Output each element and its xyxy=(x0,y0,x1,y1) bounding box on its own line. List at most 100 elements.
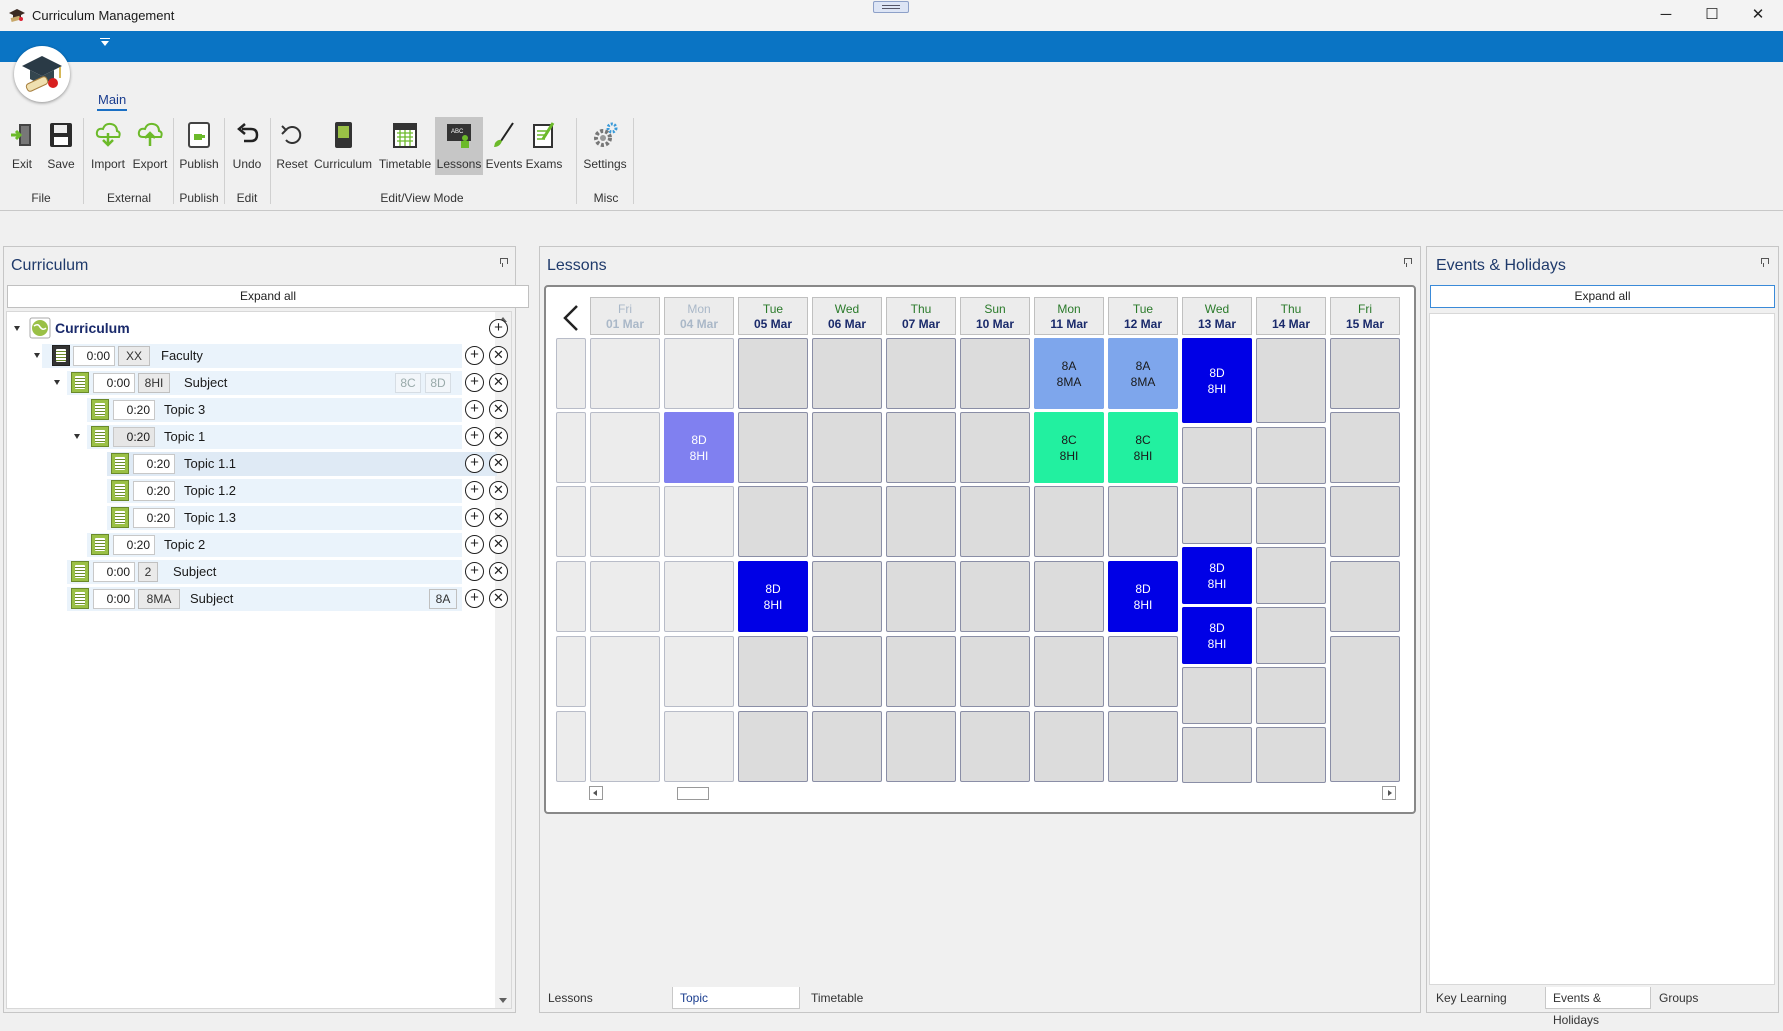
events-button[interactable]: Events xyxy=(485,117,523,175)
timeslot-cell[interactable] xyxy=(738,711,808,782)
duration-field[interactable]: 0:20 xyxy=(113,427,155,447)
timeslot-cell[interactable] xyxy=(1256,727,1326,783)
day-header[interactable]: Mon 11 Mar xyxy=(1034,297,1104,335)
timeslot-cell[interactable] xyxy=(1108,486,1178,557)
duration-field[interactable]: 0:00 xyxy=(93,589,135,609)
day-header[interactable]: Wed 06 Mar xyxy=(812,297,882,335)
timeslot-cell[interactable] xyxy=(1182,427,1252,484)
timeslot-cell[interactable] xyxy=(738,412,808,483)
timeslot-cell[interactable] xyxy=(812,711,882,782)
timeslot-cell[interactable] xyxy=(960,486,1030,557)
remove-button[interactable]: ✕ xyxy=(489,535,508,554)
duration-field[interactable]: 0:20 xyxy=(113,400,155,420)
app-logo[interactable] xyxy=(14,46,70,102)
lesson-block[interactable]: 8D 8HI xyxy=(738,561,808,632)
lesson-block[interactable]: 8D 8HI xyxy=(1182,547,1252,604)
tab-key-learning[interactable]: Key Learning xyxy=(1429,987,1545,1009)
timeslot-cell[interactable] xyxy=(812,561,882,632)
exit-button[interactable]: Exit xyxy=(5,117,39,175)
remove-button[interactable]: ✕ xyxy=(489,373,508,392)
pin-icon[interactable] xyxy=(1760,258,1769,267)
timeslot-cell[interactable] xyxy=(886,636,956,707)
timeslot-cell[interactable] xyxy=(960,711,1030,782)
period-header-cell[interactable] xyxy=(556,486,586,557)
timeslot-cell[interactable] xyxy=(1034,636,1104,707)
timeslot-cell[interactable] xyxy=(812,412,882,483)
tree-row-topic-3[interactable]: 0:20 Topic 3 + ✕ xyxy=(7,397,508,422)
lesson-block[interactable]: 8A 8MA xyxy=(1034,338,1104,409)
timeslot-cell[interactable] xyxy=(812,338,882,409)
timeslot-cell[interactable] xyxy=(886,486,956,557)
add-button[interactable]: + xyxy=(465,535,484,554)
tree-row-faculty[interactable]: 0:00 XX Faculty + ✕ xyxy=(7,343,508,368)
timeslot-cell[interactable] xyxy=(664,486,734,557)
timeslot-cell[interactable] xyxy=(886,338,956,409)
curriculum-expand-all-button[interactable]: Expand all xyxy=(7,285,529,308)
timeslot-cell[interactable] xyxy=(664,561,734,632)
tree-root-row[interactable]: Curriculum + xyxy=(7,316,508,341)
code-tag[interactable]: 2 xyxy=(138,562,158,582)
timeslot-cell[interactable] xyxy=(664,711,734,782)
day-header[interactable]: Thu 14 Mar xyxy=(1256,297,1326,335)
group-tag[interactable]: 8D xyxy=(425,373,451,393)
timeslot-cell[interactable] xyxy=(1108,636,1178,707)
tree-row-topic-1[interactable]: 0:20 Topic 1 + ✕ xyxy=(7,424,508,449)
publish-button[interactable]: Publish xyxy=(177,117,221,175)
timeslot-cell[interactable] xyxy=(1182,487,1252,544)
close-button[interactable]: ✕ xyxy=(1736,4,1780,26)
timeslot-cell[interactable] xyxy=(812,486,882,557)
timeslot-cell[interactable] xyxy=(664,636,734,707)
day-header[interactable]: Fri 15 Mar xyxy=(1330,297,1400,335)
duration-field[interactable]: 0:00 xyxy=(73,346,115,366)
curriculum-button[interactable]: Curriculum xyxy=(313,117,373,175)
add-button[interactable]: + xyxy=(465,454,484,473)
remove-button[interactable]: ✕ xyxy=(489,427,508,446)
add-button[interactable]: + xyxy=(465,346,484,365)
tab-timetable[interactable]: Timetable xyxy=(804,987,924,1009)
day-header[interactable]: Thu 07 Mar xyxy=(886,297,956,335)
day-header[interactable]: Sun 10 Mar xyxy=(960,297,1030,335)
tab-groups[interactable]: Groups xyxy=(1652,987,1742,1009)
timeslot-cell[interactable] xyxy=(886,561,956,632)
add-button[interactable]: + xyxy=(465,427,484,446)
timeslot-cell[interactable] xyxy=(590,561,660,632)
add-button[interactable]: + xyxy=(465,481,484,500)
timeslot-cell[interactable] xyxy=(590,412,660,483)
scroll-thumb[interactable] xyxy=(677,787,709,800)
tab-main[interactable]: Main xyxy=(98,92,126,107)
code-tag[interactable]: 8MA xyxy=(138,589,180,609)
maximize-button[interactable]: ☐ xyxy=(1690,4,1734,26)
remove-button[interactable]: ✕ xyxy=(489,454,508,473)
scroll-down-icon[interactable] xyxy=(499,998,507,1003)
lesson-block[interactable]: 8D 8HI xyxy=(1182,607,1252,664)
period-header-cell[interactable] xyxy=(556,561,586,632)
collapse-icon[interactable] xyxy=(54,380,60,385)
add-button[interactable]: + xyxy=(465,373,484,392)
minimize-button[interactable]: ─ xyxy=(1644,4,1688,26)
remove-button[interactable]: ✕ xyxy=(489,562,508,581)
timeslot-cell[interactable] xyxy=(812,636,882,707)
import-button[interactable]: Import xyxy=(89,117,127,175)
add-button[interactable]: + xyxy=(489,319,508,338)
timeslot-cell[interactable] xyxy=(1330,636,1400,782)
add-button[interactable]: + xyxy=(465,508,484,527)
timeslot-cell[interactable] xyxy=(590,486,660,557)
drag-grip[interactable] xyxy=(873,1,909,13)
tree-row-subject-8hi[interactable]: 0:00 8HI Subject 8C 8D + ✕ xyxy=(7,370,508,395)
remove-button[interactable]: ✕ xyxy=(489,481,508,500)
period-header-cell[interactable] xyxy=(556,338,586,409)
day-header[interactable]: Mon 04 Mar xyxy=(664,297,734,335)
timeslot-cell[interactable] xyxy=(1256,607,1326,664)
timeslot-cell[interactable] xyxy=(1182,667,1252,724)
tree-row-topic-1-1[interactable]: 0:20 Topic 1.1 + ✕ xyxy=(7,451,508,476)
export-button[interactable]: Export xyxy=(131,117,169,175)
events-expand-all-button[interactable]: Expand all xyxy=(1430,285,1775,308)
timeslot-cell[interactable] xyxy=(886,412,956,483)
tree-row-topic-1-2[interactable]: 0:20 Topic 1.2 + ✕ xyxy=(7,478,508,503)
remove-button[interactable]: ✕ xyxy=(489,346,508,365)
day-header[interactable]: Tue 05 Mar xyxy=(738,297,808,335)
timeslot-cell[interactable] xyxy=(960,561,1030,632)
save-button[interactable]: Save xyxy=(43,117,79,175)
timeslot-cell[interactable] xyxy=(738,636,808,707)
timeslot-cell[interactable] xyxy=(1256,338,1326,423)
